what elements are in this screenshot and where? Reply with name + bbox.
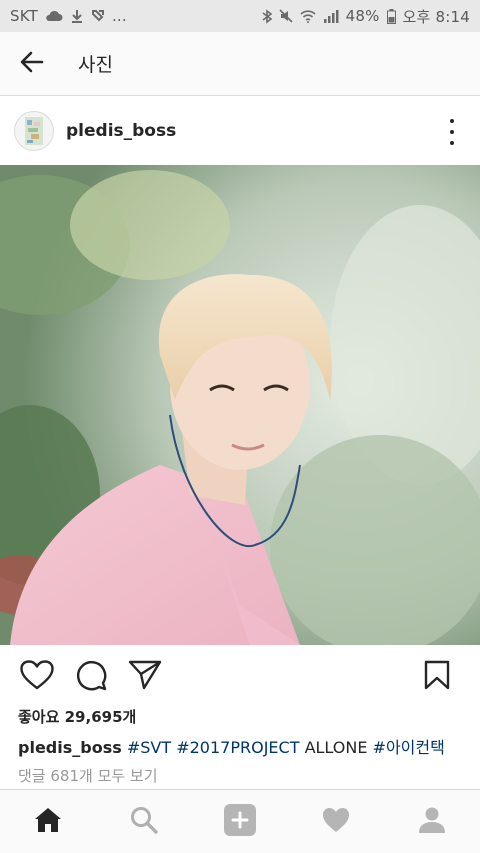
signal-icon [323,9,339,23]
avatar[interactable] [14,111,54,151]
caption-hashtag-eyecontact[interactable]: #아이컨택 [373,738,445,757]
post-header: pledis_boss [0,97,480,165]
status-right: 48% 오후 8:14 [262,6,470,27]
save-button[interactable] [414,654,460,700]
post-username[interactable]: pledis_boss [66,121,176,141]
more-vertical-icon [450,141,454,145]
app-bar: 사진 [0,32,480,96]
download-icon [70,9,84,23]
mute-icon [279,9,293,23]
share-button[interactable] [122,654,168,700]
status-bar: SKT ... 48% 오후 8:14 [0,0,480,32]
post-photo[interactable] [0,165,480,645]
caption-username[interactable]: pledis_boss [18,738,122,757]
heart-icon [322,807,350,837]
view-all-comments-link[interactable]: 댓글 681개 모두 보기 [18,765,158,786]
nav-home[interactable] [0,790,96,853]
bluetooth-icon [262,8,272,24]
bottom-navigation [0,789,480,853]
more-vertical-icon [450,119,454,123]
nav-profile[interactable] [384,790,480,853]
back-arrow-icon [20,51,44,77]
profile-icon [418,806,446,838]
heart-icon [20,660,54,694]
comment-button[interactable] [68,654,114,700]
caption-text: ALLONE [304,738,368,757]
battery-icon [386,8,396,24]
nav-add-post[interactable] [192,790,288,853]
caption-hashtags[interactable]: #SVT #2017PROJECT [127,738,300,757]
more-options-button[interactable] [444,119,460,145]
page-title: 사진 [78,54,113,76]
more-vertical-icon [450,130,454,134]
wifi-icon [300,9,316,23]
more-notifications-indicator: ... [111,7,127,25]
status-left: SKT ... [10,7,127,25]
battery-percent: 48% [345,7,380,25]
like-count[interactable]: 좋아요 29,695개 [18,706,136,727]
nav-activity[interactable] [288,790,384,853]
comment-icon [75,659,107,695]
app-notification-icon [91,9,105,23]
nav-search[interactable] [96,790,192,853]
home-icon [34,807,62,837]
like-button[interactable] [14,654,60,700]
carrier-label: SKT [10,7,38,25]
post-actions [0,652,480,702]
search-icon [130,806,158,838]
bookmark-icon [424,660,450,694]
add-post-icon [224,803,256,840]
share-icon [128,660,162,694]
clock: 오후 8:14 [402,7,470,26]
post-caption: pledis_boss #SVT #2017PROJECT ALLONE #아이… [18,734,468,758]
back-button[interactable] [0,32,64,96]
cloud-icon [45,10,63,22]
